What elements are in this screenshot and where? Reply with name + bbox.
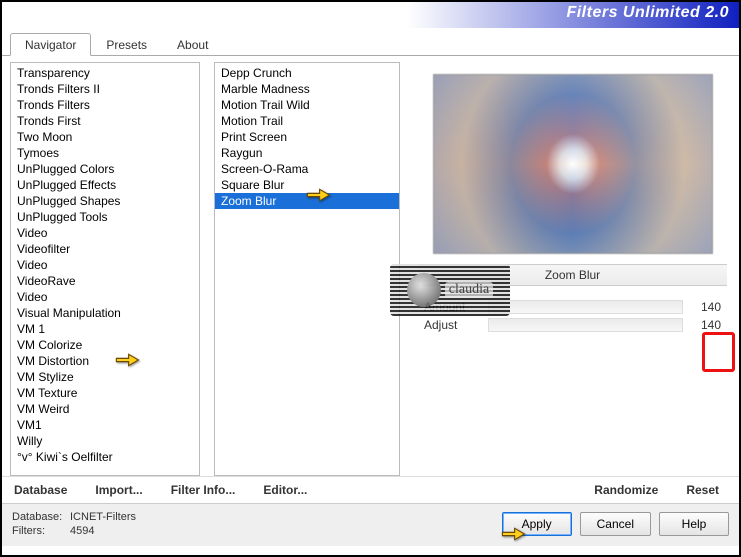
- list-item[interactable]: Tronds First: [11, 113, 199, 129]
- list-item[interactable]: Tronds Filters II: [11, 81, 199, 97]
- list-item[interactable]: UnPlugged Colors: [11, 161, 199, 177]
- list-item[interactable]: VM Distortion: [11, 353, 199, 369]
- randomize-link[interactable]: Randomize: [594, 483, 658, 497]
- list-item[interactable]: UnPlugged Effects: [11, 177, 199, 193]
- list-item[interactable]: Tronds Filters: [11, 97, 199, 113]
- list-item[interactable]: Screen-O-Rama: [215, 161, 399, 177]
- list-item[interactable]: Visual Manipulation: [11, 305, 199, 321]
- reset-link[interactable]: Reset: [686, 483, 719, 497]
- title-bar: Filters Unlimited 2.0: [2, 2, 739, 28]
- filter-list[interactable]: Depp CrunchMarble MadnessMotion Trail Wi…: [214, 62, 400, 476]
- watermark-text: claudia: [445, 282, 493, 298]
- param-slider[interactable]: [488, 318, 683, 332]
- preview-image: [433, 74, 713, 254]
- list-item[interactable]: VM Colorize: [11, 337, 199, 353]
- list-item[interactable]: VM Texture: [11, 385, 199, 401]
- database-link[interactable]: Database: [14, 483, 67, 497]
- list-item[interactable]: Square Blur: [215, 177, 399, 193]
- list-item[interactable]: Depp Crunch: [215, 65, 399, 81]
- globe-icon: [407, 273, 441, 307]
- list-item[interactable]: UnPlugged Tools: [11, 209, 199, 225]
- list-item[interactable]: VideoRave: [11, 273, 199, 289]
- list-item[interactable]: Raygun: [215, 145, 399, 161]
- param-row: Adjust 140: [424, 318, 721, 332]
- param-label: Adjust: [424, 318, 480, 332]
- list-item[interactable]: Print Screen: [215, 129, 399, 145]
- tab-bar: NavigatorPresetsAbout: [2, 32, 739, 56]
- db-value: ICNET-Filters: [70, 511, 136, 523]
- link-button-row: Database Import... Filter Info... Editor…: [2, 476, 739, 503]
- list-item[interactable]: VM1: [11, 417, 199, 433]
- param-value: 140: [691, 300, 721, 314]
- tab-about[interactable]: About: [162, 33, 223, 56]
- list-item[interactable]: VM Stylize: [11, 369, 199, 385]
- highlight-box: [702, 332, 735, 372]
- list-item[interactable]: UnPlugged Shapes: [11, 193, 199, 209]
- list-item[interactable]: Video: [11, 257, 199, 273]
- help-button[interactable]: Help: [659, 512, 729, 536]
- editor-link[interactable]: Editor...: [263, 483, 307, 497]
- import-link[interactable]: Import...: [95, 483, 142, 497]
- cancel-button[interactable]: Cancel: [580, 512, 651, 536]
- footer-info: Database:ICNET-Filters Filters:4594: [12, 510, 136, 538]
- list-item[interactable]: °v° Kiwi`s Oelfilter: [11, 449, 199, 465]
- list-item[interactable]: Videofilter: [11, 241, 199, 257]
- param-slider[interactable]: [488, 300, 683, 314]
- list-item[interactable]: Motion Trail: [215, 113, 399, 129]
- list-item[interactable]: Marble Madness: [215, 81, 399, 97]
- list-item[interactable]: Willy: [11, 433, 199, 449]
- list-item[interactable]: VM 1: [11, 321, 199, 337]
- watermark: claudia: [390, 264, 510, 316]
- app-title: Filters Unlimited 2.0: [566, 4, 729, 21]
- param-value: 140: [691, 318, 721, 332]
- main-content: TransparencyTronds Filters IITronds Filt…: [2, 56, 739, 476]
- list-item[interactable]: Video: [11, 289, 199, 305]
- filters-count-value: 4594: [70, 525, 94, 537]
- footer: Database:ICNET-Filters Filters:4594 Appl…: [2, 503, 739, 546]
- list-item[interactable]: Two Moon: [11, 129, 199, 145]
- list-item[interactable]: VM Weird: [11, 401, 199, 417]
- apply-button[interactable]: Apply: [502, 512, 572, 536]
- list-item[interactable]: Motion Trail Wild: [215, 97, 399, 113]
- tab-presets[interactable]: Presets: [91, 33, 162, 56]
- list-item[interactable]: Tymoes: [11, 145, 199, 161]
- filter-info-link[interactable]: Filter Info...: [171, 483, 236, 497]
- list-item[interactable]: Transparency: [11, 65, 199, 81]
- list-item[interactable]: Video: [11, 225, 199, 241]
- db-label: Database:: [12, 510, 70, 524]
- list-item[interactable]: Zoom Blur: [215, 193, 399, 209]
- app-window: Filters Unlimited 2.0 NavigatorPresetsAb…: [0, 0, 741, 557]
- category-list[interactable]: TransparencyTronds Filters IITronds Filt…: [10, 62, 200, 476]
- filters-count-label: Filters:: [12, 524, 70, 538]
- tab-navigator[interactable]: Navigator: [10, 33, 91, 56]
